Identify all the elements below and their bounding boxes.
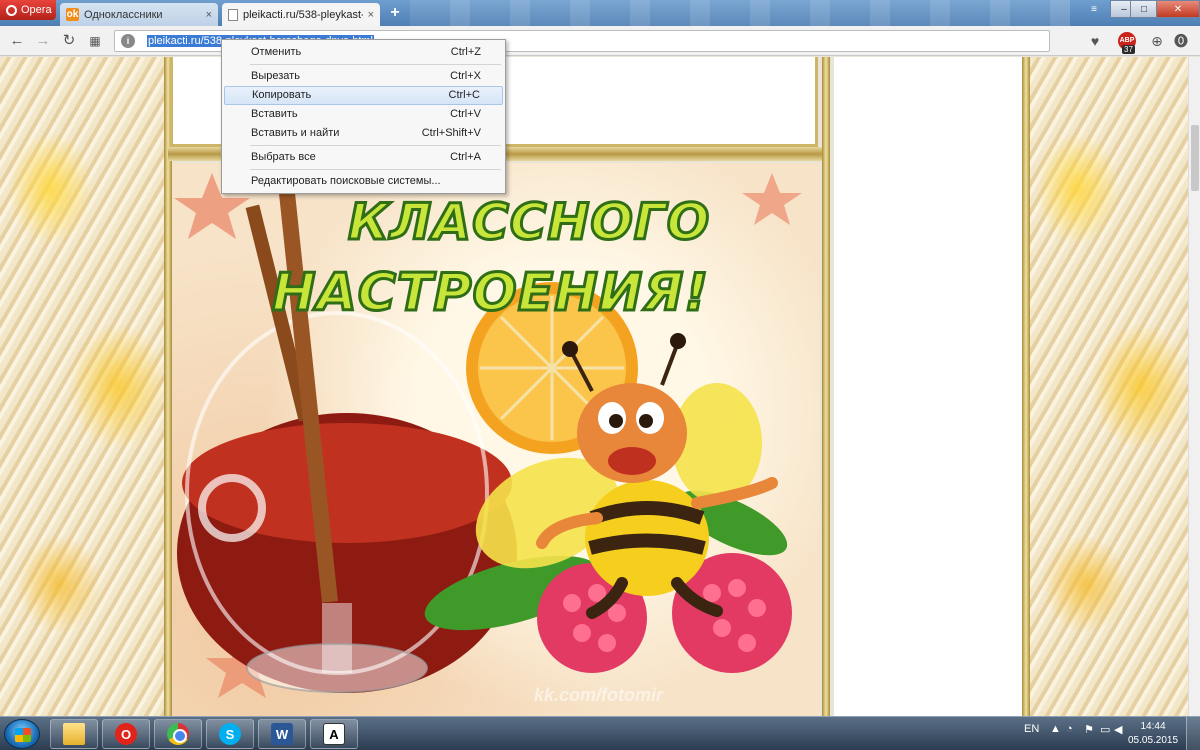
- menu-item-copy[interactable]: Копировать Ctrl+C: [224, 86, 503, 105]
- tab-title: Одноклассники: [84, 8, 163, 21]
- download-icon[interactable]: ⊕: [1148, 32, 1166, 50]
- extension-icon[interactable]: ⓿: [1172, 32, 1190, 50]
- word-icon: W: [271, 723, 293, 745]
- system-clock[interactable]: 14:44 05.05.2015: [1128, 720, 1178, 748]
- clock-date: 05.05.2015: [1128, 735, 1179, 746]
- clock-time: 14:44: [1140, 721, 1166, 732]
- close-icon[interactable]: ×: [368, 9, 374, 21]
- gold-frame-right: [822, 57, 830, 716]
- tab-pleikacti[interactable]: pleikacti.ru/538-pleykast-t ×: [222, 3, 380, 26]
- menu-separator: [250, 64, 501, 65]
- card-watermark: kk.com/fotomir: [534, 685, 664, 705]
- scrollbar-thumb[interactable]: [1191, 125, 1199, 191]
- tab-bar: Opera ok Одноклассники × pleikacti.ru/53…: [0, 0, 1200, 26]
- new-tab-button[interactable]: +: [386, 4, 404, 22]
- menu-item-shortcut: Ctrl+C: [448, 89, 480, 101]
- site-info-icon[interactable]: i: [121, 34, 135, 48]
- menu-item-paste[interactable]: Вставить Ctrl+V: [224, 105, 503, 124]
- taskbar-skype[interactable]: S: [206, 719, 254, 749]
- vertical-scrollbar[interactable]: [1188, 57, 1200, 716]
- tray-expand-icon[interactable]: ▲: [1050, 723, 1061, 735]
- menu-item-shortcut: Ctrl+X: [450, 70, 481, 82]
- context-menu: Отменить Ctrl+Z Вырезать Ctrl+X Копирова…: [221, 39, 506, 194]
- maximize-button[interactable]: □: [1130, 0, 1158, 18]
- menu-item-select-all[interactable]: Выбрать все Ctrl+A: [224, 148, 503, 167]
- page-favicon-icon: [228, 8, 238, 21]
- show-desktop-button[interactable]: [1186, 717, 1200, 750]
- tab-odnoklassniki[interactable]: ok Одноклассники ×: [60, 3, 218, 26]
- browser-menu-icon[interactable]: ≡: [1080, 0, 1108, 18]
- folder-icon: [63, 723, 85, 745]
- menu-item-shortcut: Ctrl+Shift+V: [421, 127, 481, 139]
- menu-item-undo[interactable]: Отменить Ctrl+Z: [224, 43, 503, 62]
- chrome-icon: [167, 723, 189, 745]
- menu-item-label: Вырезать: [251, 70, 300, 82]
- close-icon[interactable]: ×: [206, 9, 212, 21]
- menu-item-shortcut: Ctrl+V: [450, 108, 481, 120]
- browser-theme-background: [410, 0, 1070, 26]
- opera-icon: O: [115, 723, 137, 745]
- opera-menu-label: Opera: [21, 4, 52, 16]
- web-page: КЛАССНОГО НАСТРОЕНИЯ! kk.com/fotomir: [0, 57, 1200, 716]
- odnoklassniki-favicon-icon: ok: [66, 8, 79, 21]
- navigation-toolbar: ← → ↻ ▦ i pleikacti.ru/538-pleykast-horo…: [0, 26, 1200, 56]
- windows-taskbar: O S W A EN ▲ ◔ ⚑ ▭ ◀ 14:44 05.05.2015: [0, 716, 1200, 750]
- taskbar-word[interactable]: W: [258, 719, 306, 749]
- taskbar-chrome[interactable]: [154, 719, 202, 749]
- right-white-column: [834, 57, 1024, 716]
- menu-separator: [250, 145, 501, 146]
- forward-arrow-icon[interactable]: →: [34, 32, 52, 50]
- menu-item-cut[interactable]: Вырезать Ctrl+X: [224, 67, 503, 86]
- windows-logo-icon: [15, 728, 31, 742]
- menu-item-label: Копировать: [252, 89, 312, 101]
- language-indicator[interactable]: EN: [1024, 723, 1039, 735]
- menu-item-edit-search-engines[interactable]: Редактировать поисковые системы...: [224, 172, 503, 191]
- opera-menu-button[interactable]: Opera: [0, 0, 56, 20]
- menu-item-shortcut: Ctrl+A: [450, 151, 481, 163]
- taskbar-font-viewer[interactable]: A: [310, 719, 358, 749]
- card-headline-line2: НАСТРОЕНИЯ!: [270, 262, 710, 325]
- heart-bookmark-icon[interactable]: ♥: [1086, 32, 1104, 50]
- close-window-button[interactable]: ✕: [1156, 0, 1200, 18]
- taskbar-explorer[interactable]: [50, 719, 98, 749]
- tab-title: pleikacti.ru/538-pleykast-t: [243, 8, 363, 21]
- font-icon: A: [323, 723, 345, 745]
- greeting-card-image: КЛАССНОГО НАСТРОЕНИЯ! kk.com/fotomir: [172, 163, 820, 716]
- menu-separator: [250, 169, 501, 170]
- card-headline-line1: КЛАССНОГО: [346, 192, 711, 253]
- adblock-count-badge: 37: [1122, 45, 1135, 54]
- menu-item-label: Выбрать все: [251, 151, 316, 163]
- tray-app-icon[interactable]: ◔: [1066, 723, 1073, 735]
- gold-frame-far-right: [1022, 57, 1030, 716]
- kitten-background-right: [1030, 57, 1188, 716]
- volume-icon[interactable]: ◀: [1114, 723, 1122, 736]
- menu-item-paste-and-search[interactable]: Вставить и найти Ctrl+Shift+V: [224, 124, 503, 143]
- taskbar-opera[interactable]: O: [102, 719, 150, 749]
- opera-logo-icon: [6, 4, 17, 16]
- menu-item-label: Отменить: [251, 46, 302, 58]
- menu-item-shortcut: Ctrl+Z: [450, 46, 481, 58]
- menu-item-label: Вставить и найти: [251, 127, 340, 139]
- menu-item-label: Вставить: [251, 108, 298, 120]
- kitten-background-left: [0, 57, 168, 716]
- reload-icon[interactable]: ↻: [60, 32, 78, 50]
- skype-icon: S: [219, 723, 241, 745]
- network-icon[interactable]: ▭: [1100, 723, 1110, 736]
- start-button[interactable]: [4, 719, 40, 749]
- menu-item-label: Редактировать поисковые системы...: [251, 175, 441, 187]
- speed-dial-grid-icon[interactable]: ▦: [86, 32, 104, 50]
- back-arrow-icon[interactable]: ←: [8, 32, 26, 50]
- flag-notification-icon[interactable]: ⚑: [1084, 723, 1094, 736]
